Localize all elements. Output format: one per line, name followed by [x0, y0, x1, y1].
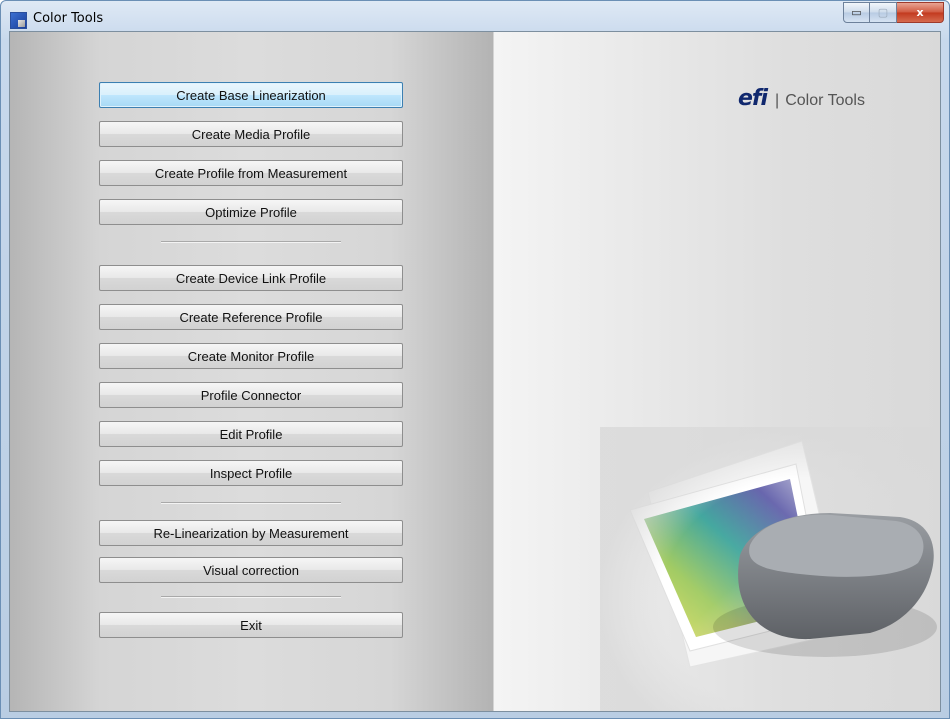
exit-button[interactable]: Exit — [99, 612, 403, 638]
create-monitor-profile-button[interactable]: Create Monitor Profile — [99, 343, 403, 369]
efi-logo: efi — [738, 86, 768, 111]
maximize-button[interactable]: ▢ — [870, 2, 897, 23]
title-bar[interactable]: Color Tools ▭ ▢ x — [1, 1, 949, 31]
visual-correction-button[interactable]: Visual correction — [99, 557, 403, 583]
product-name: Color Tools — [785, 92, 865, 109]
minimize-button[interactable]: ▭ — [843, 2, 870, 23]
re-linearization-by-measurement-button[interactable]: Re-Linearization by Measurement — [99, 520, 403, 546]
main-panel: Create Base Linearization Create Media P… — [9, 31, 941, 712]
edit-profile-button[interactable]: Edit Profile — [99, 421, 403, 447]
separator — [161, 241, 341, 243]
create-profile-from-measurement-button[interactable]: Create Profile from Measurement — [99, 160, 403, 186]
color-tools-window: Color Tools ▭ ▢ x Create Base Linearizat… — [0, 0, 950, 719]
create-reference-profile-button[interactable]: Create Reference Profile — [99, 304, 403, 330]
caption-buttons: ▭ ▢ x — [843, 2, 944, 23]
optimize-profile-button[interactable]: Optimize Profile — [99, 199, 403, 225]
close-button[interactable]: x — [897, 2, 944, 23]
efi-color-tools-logo: efi | Color Tools — [738, 86, 865, 111]
illustration-fade — [600, 427, 940, 711]
separator — [161, 502, 341, 504]
profile-connector-button[interactable]: Profile Connector — [99, 382, 403, 408]
window-title: Color Tools — [33, 11, 104, 26]
logo-divider: | — [775, 92, 780, 109]
create-base-linearization-button[interactable]: Create Base Linearization — [99, 82, 403, 108]
create-device-link-profile-button[interactable]: Create Device Link Profile — [99, 265, 403, 291]
inspect-profile-button[interactable]: Inspect Profile — [99, 460, 403, 486]
create-media-profile-button[interactable]: Create Media Profile — [99, 121, 403, 147]
spectrophotometer-illustration — [600, 427, 940, 711]
app-icon[interactable] — [10, 12, 27, 29]
separator — [161, 596, 341, 598]
button-panel: Create Base Linearization Create Media P… — [10, 32, 493, 711]
